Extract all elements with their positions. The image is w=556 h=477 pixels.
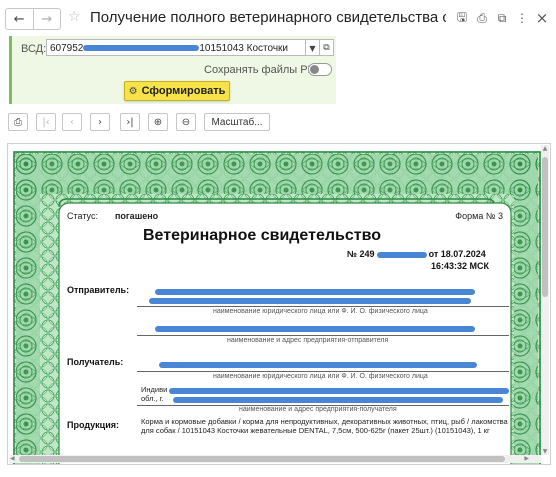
vsd-dropdown-button[interactable]: ▼	[306, 39, 320, 56]
horizontal-scrollbar[interactable]: ◀ ▶	[9, 455, 541, 463]
first-page-button[interactable]: |‹	[36, 113, 56, 131]
generate-button[interactable]: ⚙ Сформировать	[124, 81, 230, 101]
print-icon[interactable]: ⎙	[474, 10, 490, 26]
last-page-icon: ›|	[126, 116, 134, 128]
printer-icon: ⎙	[14, 116, 22, 128]
scroll-right-icon[interactable]: ▶	[524, 455, 529, 462]
chevron-right-icon: ›	[98, 116, 102, 128]
recipient-label: Получатель:	[67, 357, 124, 367]
number-date: от 18.07.2024	[428, 249, 486, 259]
parameters-panel: ВСД: 607952 10151043 Косточки ▼ ⧉ Сохраня…	[9, 36, 336, 104]
last-page-button[interactable]: ›|	[120, 113, 140, 131]
scroll-down-icon[interactable]: ▼	[541, 448, 549, 455]
close-icon[interactable]: ×	[534, 9, 550, 27]
redaction-mark	[173, 397, 503, 403]
window-titlebar: ← → ☆ Получение полного ветеринарного св…	[0, 0, 556, 36]
status-label: Статус:	[67, 211, 98, 221]
arrow-right-icon: →	[41, 11, 53, 27]
vsd-value-start: 607952	[50, 43, 84, 54]
certificate-title: Ветеринарное свидетельство	[143, 227, 381, 244]
first-page-icon: |‹	[42, 116, 50, 128]
redaction-mark	[149, 298, 471, 304]
favorite-star-icon[interactable]: ☆	[68, 9, 81, 25]
recipient-region: обл., г.	[141, 394, 164, 403]
zoom-out-button[interactable]: ⊖	[176, 113, 196, 131]
redaction-mark	[155, 326, 475, 332]
vsd-value-end: 10151043 Косточки	[199, 43, 289, 54]
prev-page-button[interactable]: ‹	[62, 113, 82, 131]
horizontal-scroll-thumb[interactable]	[19, 456, 505, 462]
scale-button[interactable]: Масштаб...	[204, 113, 270, 131]
toggle-knob	[310, 65, 319, 74]
caption-recipient-enterprise: наименование и адрес предприятия-получат…	[239, 406, 397, 413]
vsd-label: ВСД:	[21, 43, 47, 55]
generate-icon: ⚙	[128, 85, 138, 97]
zoom-out-icon: ⊖	[181, 116, 191, 128]
chevron-left-icon: ‹	[70, 116, 74, 128]
save-icon[interactable]: 🖫	[454, 10, 470, 26]
sender-label: Отправитель:	[67, 285, 130, 295]
more-icon[interactable]: ⋮	[514, 10, 530, 26]
vertical-scroll-thumb[interactable]	[542, 157, 548, 297]
number-prefix: № 249	[347, 249, 375, 259]
next-page-button[interactable]: ›	[90, 113, 110, 131]
field-line	[137, 371, 509, 372]
redaction-mark	[83, 45, 200, 52]
scroll-up-icon[interactable]: ▲	[541, 145, 549, 152]
nav-buttons: ← →	[5, 8, 61, 30]
document-viewer[interactable]: Статус: погашено Форма № 3 Ветеринарное …	[7, 143, 551, 465]
product-label: Продукция:	[67, 420, 119, 430]
redaction-mark	[155, 289, 475, 295]
field-line	[137, 306, 509, 307]
back-button[interactable]: ←	[6, 9, 33, 29]
generate-button-label: Сформировать	[141, 85, 226, 97]
arrow-left-icon: ←	[13, 11, 25, 27]
product-text: Корма и кормовые добавки / корма для неп…	[141, 417, 508, 435]
caption-sender-legal: наименование юридического лица или Ф. И.…	[213, 308, 428, 315]
zoom-in-button[interactable]: ⊕	[148, 113, 168, 131]
field-line	[137, 335, 509, 336]
form-number: Форма № 3	[455, 211, 503, 221]
vsd-input[interactable]: 607952 10151043 Косточки	[46, 39, 306, 56]
forward-button[interactable]: →	[32, 9, 61, 29]
print-button[interactable]: ⎙	[8, 113, 28, 131]
caption-sender-enterprise: наименование и адрес предприятия-отправи…	[227, 337, 389, 344]
chevron-down-icon: ▼	[309, 44, 316, 53]
link-icon[interactable]: ⧉	[494, 10, 510, 26]
caption-recipient-legal: наименование юридического лица или Ф. И.…	[213, 373, 428, 380]
redaction-mark	[159, 362, 477, 368]
recipient-name-prefix: Индиви	[141, 385, 168, 394]
scroll-left-icon[interactable]: ◀	[10, 455, 15, 462]
vertical-scrollbar[interactable]: ▲ ▼	[541, 145, 549, 455]
window-title: Получение полного ветеринарного свидетел…	[90, 9, 446, 26]
redaction-mark	[376, 251, 427, 258]
status-value: погашено	[115, 211, 159, 221]
certificate-time: 16:43:32 МСК	[431, 261, 490, 271]
save-pdf-toggle[interactable]	[308, 63, 332, 76]
certificate-body: Статус: погашено Форма № 3 Ветеринарное …	[65, 207, 509, 464]
certificate-page: Статус: погашено Форма № 3 Ветеринарное …	[13, 151, 541, 464]
zoom-in-icon: ⊕	[153, 116, 163, 128]
certificate-number: № 249 от 18.07.2024	[347, 249, 486, 259]
redaction-mark	[169, 388, 509, 394]
open-link-icon: ⧉	[323, 43, 330, 53]
vsd-open-button[interactable]: ⧉	[320, 39, 334, 56]
